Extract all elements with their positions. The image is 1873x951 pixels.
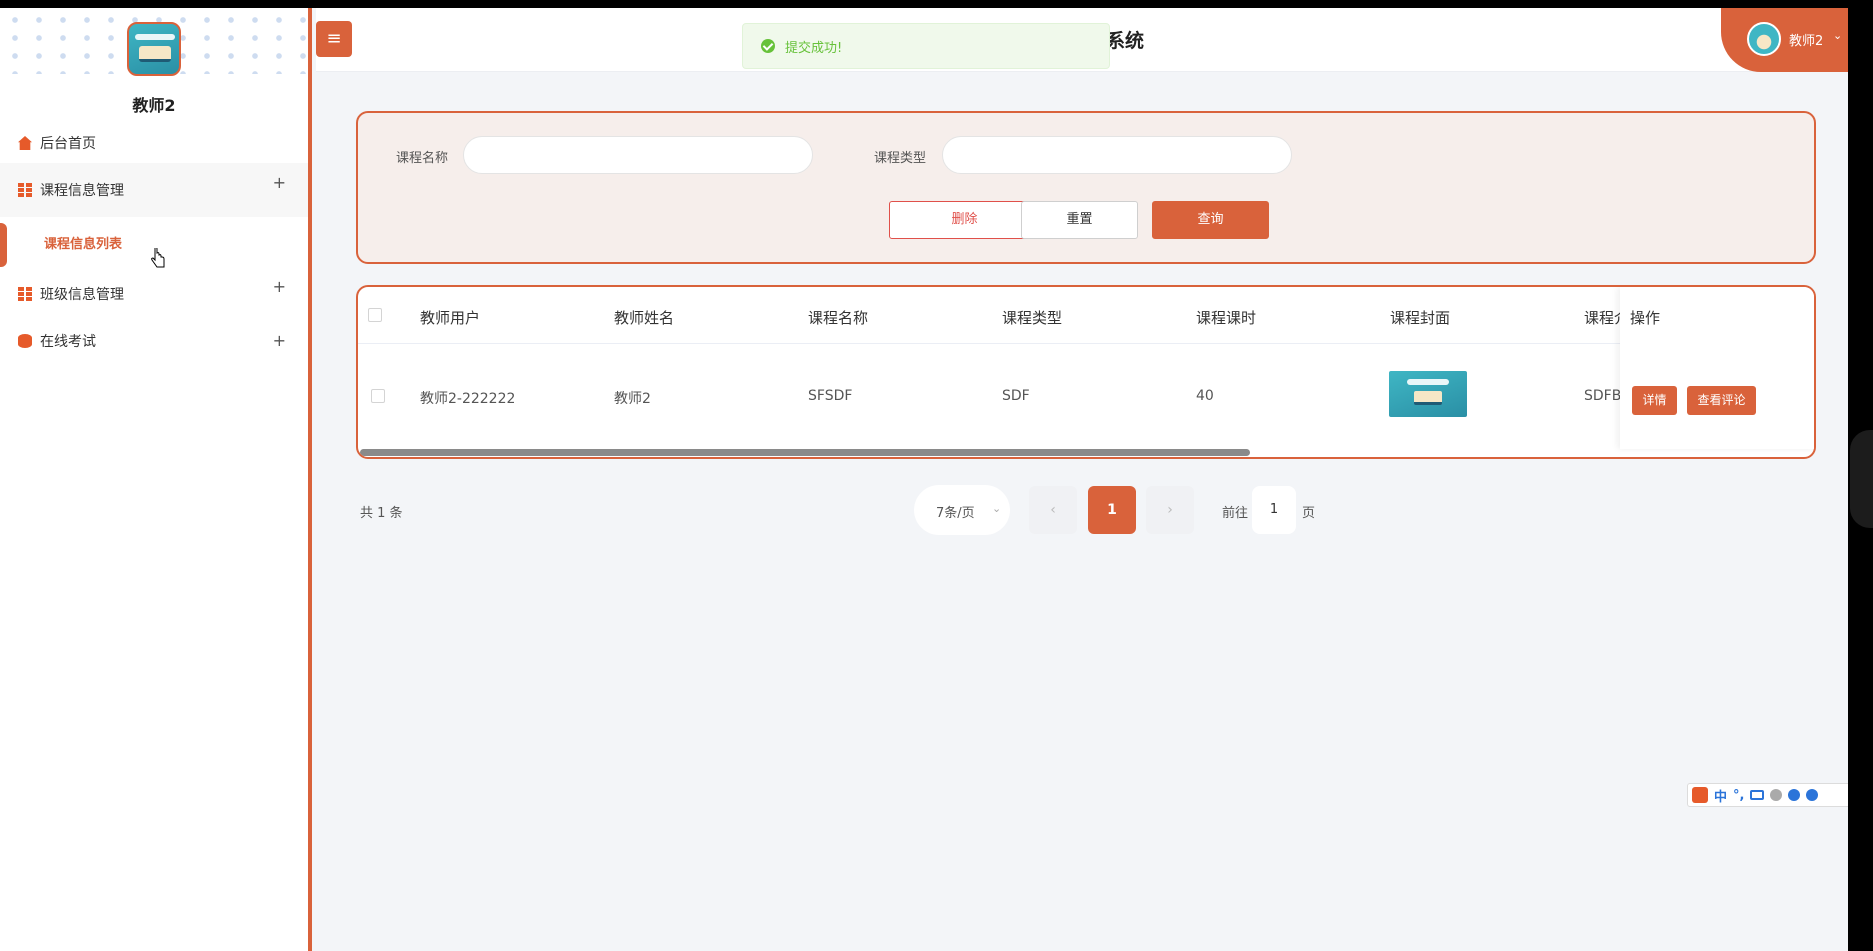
cell-teacher-user: 教师2-222222 [420, 391, 516, 407]
cover-banner [1407, 379, 1449, 385]
toast-message: 提交成功! [785, 40, 843, 56]
top-bar: ≡ 系统 提交成功! 教师2 ⌄ [316, 8, 1848, 72]
actions-column: 操作 详情 查看评论 [1620, 287, 1814, 449]
database-icon [18, 334, 32, 348]
sidebar-item-class-management[interactable]: 班级信息管理 + [0, 267, 308, 321]
ime-logo-icon [1692, 787, 1708, 803]
user-menu[interactable]: 教师2 ⌄ [1721, 8, 1848, 72]
column-header: 操作 [1630, 309, 1661, 327]
course-cover-image [1389, 371, 1467, 417]
grid-icon [18, 287, 32, 301]
column-header: 课程封面 [1390, 309, 1451, 327]
cell-course-name: SFSDF [808, 388, 853, 404]
success-toast: 提交成功! [742, 23, 1110, 69]
sidebar-item-label: 班级信息管理 [40, 287, 124, 303]
reset-button[interactable]: 重置 [1021, 201, 1138, 239]
keyboard-icon[interactable] [1750, 790, 1765, 800]
sidebar-item-course-management[interactable]: 课程信息管理 + [0, 163, 308, 217]
user-icon[interactable] [1770, 789, 1783, 801]
ime-punct[interactable]: °, [1733, 788, 1744, 803]
column-header: 教师姓名 [614, 309, 675, 327]
table-header: 教师用户 教师姓名 课程名称 课程类型 课程课时 课程封面 课程介 [358, 287, 1814, 344]
next-page-button[interactable]: › [1146, 486, 1194, 534]
column-header: 教师用户 [420, 309, 481, 327]
ime-mode[interactable]: 中 [1714, 786, 1727, 805]
user-name: 教师2 [1789, 34, 1824, 49]
page-size-select[interactable]: 7条/页 ⌄ [914, 485, 1010, 535]
user-avatar-small [1747, 22, 1781, 56]
sidebar-subitem-label: 课程信息列表 [44, 237, 123, 252]
avatar-banner [135, 34, 175, 40]
row-checkbox[interactable] [371, 389, 385, 403]
grid-icon [18, 183, 32, 197]
view-comments-button[interactable]: 查看评论 [1687, 386, 1756, 415]
sidebar-item-label: 在线考试 [40, 334, 96, 350]
table-row: 教师2-222222 教师2 SFSDF SDF 40 SDFBK [358, 344, 1814, 449]
goto-page-input[interactable]: 1 [1252, 486, 1296, 534]
chevron-down-icon: ⌄ [992, 502, 1002, 515]
home-icon [18, 136, 32, 150]
course-name-label: 课程名称 [396, 151, 449, 166]
detail-button[interactable]: 详情 [1632, 386, 1677, 415]
expand-icon[interactable]: + [273, 277, 286, 296]
cell-course-hours: 40 [1196, 388, 1214, 404]
expand-icon[interactable]: + [273, 331, 286, 350]
sidebar-item-home[interactable]: 后台首页 [0, 123, 308, 163]
sidebar: 教师2 后台首页 课程信息管理 + 课程信息列表 班级信息管理 + 在线考试 + [0, 8, 312, 951]
search-panel: 课程名称 课程类型 删除 重置 查询 [356, 111, 1816, 264]
sidebar-item-label: 后台首页 [40, 136, 96, 152]
sidebar-username: 教师2 [132, 96, 176, 115]
sidebar-item-label: 课程信息管理 [40, 183, 124, 199]
check-circle-icon [761, 39, 775, 53]
course-type-input[interactable] [942, 136, 1292, 174]
prev-page-button[interactable]: ‹ [1029, 486, 1077, 534]
goto-prefix: 前往 [1222, 506, 1249, 521]
query-button[interactable]: 查询 [1152, 201, 1269, 239]
expand-icon[interactable]: + [273, 173, 286, 192]
sidebar-item-online-exam[interactable]: 在线考试 + [0, 321, 308, 361]
user-avatar[interactable] [127, 22, 181, 76]
course-type-label: 课程类型 [874, 151, 927, 166]
ime-toolbar[interactable]: 中 °, [1687, 783, 1848, 807]
pagination-total: 共 1 条 [360, 506, 403, 521]
book-icon [1414, 391, 1442, 405]
page-number-button[interactable]: 1 [1088, 486, 1136, 534]
course-name-input[interactable] [463, 136, 813, 174]
book-icon [139, 46, 171, 62]
side-float-tab[interactable] [1850, 430, 1873, 528]
hand-cursor-icon [151, 248, 165, 268]
page-size-value: 7条/页 [936, 506, 975, 521]
system-title: 系统 [1106, 30, 1145, 52]
sidebar-menu: 后台首页 课程信息管理 + 课程信息列表 班级信息管理 + 在线考试 + [0, 123, 308, 361]
settings-icon[interactable] [1806, 789, 1819, 801]
chevron-down-icon: ⌄ [1833, 29, 1843, 42]
goto-suffix: 页 [1302, 506, 1316, 521]
column-header: 课程课时 [1196, 309, 1257, 327]
cell-course-type: SDF [1002, 388, 1030, 404]
app-window: 教师2 后台首页 课程信息管理 + 课程信息列表 班级信息管理 + 在线考试 +… [0, 8, 1848, 951]
delete-button[interactable]: 删除 [889, 201, 1040, 239]
skin-icon[interactable] [1788, 789, 1801, 801]
select-all-checkbox[interactable] [368, 308, 382, 322]
column-header: 课程类型 [1002, 309, 1063, 327]
horizontal-scrollbar[interactable] [360, 449, 1250, 456]
cell-teacher-name: 教师2 [614, 391, 651, 407]
active-item-marker [0, 223, 7, 267]
menu-toggle-icon[interactable]: ≡ [316, 21, 352, 57]
course-table: 教师用户 教师姓名 课程名称 课程类型 课程课时 课程封面 课程介 教师2-22… [356, 285, 1816, 459]
column-header: 课程名称 [808, 309, 869, 327]
